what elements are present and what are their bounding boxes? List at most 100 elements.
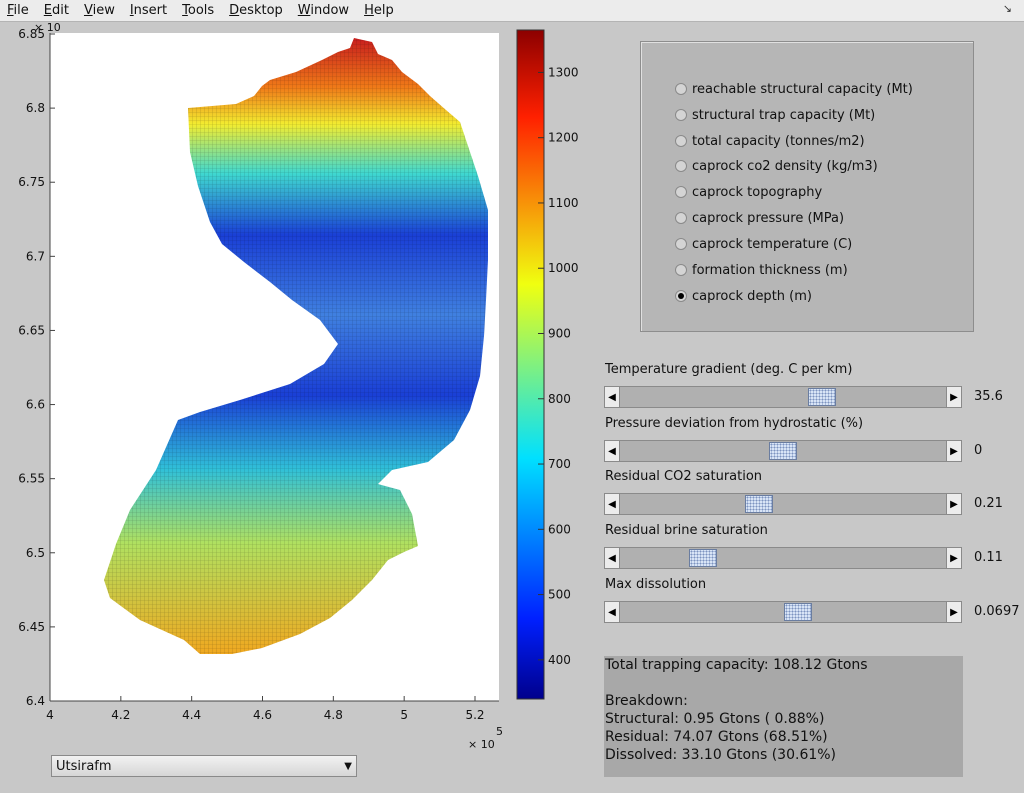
slider-thumb[interactable] — [807, 388, 836, 406]
pressure-deviation-value: 0 — [974, 443, 983, 458]
slider-thumb[interactable] — [688, 549, 717, 567]
radio-label: caprock topography — [692, 184, 823, 200]
menu-view[interactable]: View — [77, 0, 123, 22]
x-tick-label: 5.2 — [465, 708, 484, 722]
pressure-deviation-label: Pressure deviation from hydrostatic (%) — [605, 416, 864, 431]
y-tick-label: 6.6 — [26, 398, 45, 412]
menu-desktop[interactable]: Desktop — [222, 0, 291, 22]
slider-right-arrow-icon[interactable]: ▶ — [946, 602, 961, 622]
temperature-gradient-value: 35.6 — [974, 389, 1003, 404]
residual-co2-slider[interactable]: ◀ ▶ — [604, 493, 962, 515]
radio-option[interactable]: formation thickness (m) — [675, 260, 848, 280]
x-tick-label: 4 — [46, 708, 54, 722]
radio-button-icon[interactable] — [675, 83, 687, 95]
radio-label: reachable structural capacity (Mt) — [692, 81, 913, 97]
radio-option[interactable]: caprock temperature (C) — [675, 234, 852, 254]
radio-label: caprock temperature (C) — [692, 236, 853, 252]
slider-thumb[interactable] — [769, 442, 797, 460]
x-axis-exponent-power: 5 — [496, 725, 503, 738]
menu-window[interactable]: Window — [291, 0, 357, 22]
slider-right-arrow-icon[interactable]: ▶ — [946, 494, 961, 514]
y-tick-label: 6.65 — [18, 323, 45, 337]
radio-label: formation thickness (m) — [692, 262, 848, 278]
colorbar-tick-label: 1200 — [548, 131, 579, 145]
x-tick-label: 4.6 — [253, 708, 272, 722]
slider-right-arrow-icon[interactable]: ▶ — [946, 548, 961, 568]
total-capacity-text: Total trapping capacity: 108.12 Gtons — [605, 657, 868, 673]
colorbar-tick-label: 900 — [548, 326, 571, 340]
y-tick-label: 6.85 — [18, 27, 45, 41]
slider-right-arrow-icon[interactable]: ▶ — [946, 441, 961, 461]
radio-label: total capacity (tonnes/m2) — [692, 133, 865, 149]
radio-option[interactable]: reachable structural capacity (Mt) — [675, 79, 913, 99]
radio-button-icon[interactable] — [675, 186, 687, 198]
residual-co2-label: Residual CO2 saturation — [605, 469, 763, 484]
residual-capacity-text: Residual: 74.07 Gtons (68.51%) — [605, 729, 828, 745]
radio-button-icon[interactable] — [675, 109, 687, 121]
slider-left-arrow-icon[interactable]: ◀ — [605, 387, 620, 407]
formation-select[interactable]: Utsirafm ▼ — [51, 755, 357, 777]
trapping-capacity-summary: Total trapping capacity: 108.12 Gtons Br… — [604, 656, 963, 777]
y-tick-label: 6.5 — [26, 546, 45, 560]
map-plot-area[interactable] — [50, 33, 499, 701]
y-tick-label: 6.8 — [26, 101, 45, 115]
structural-capacity-text: Structural: 0.95 Gtons ( 0.88%) — [605, 711, 825, 727]
radio-option[interactable]: caprock pressure (MPa) — [675, 208, 844, 228]
slider-thumb[interactable] — [745, 495, 774, 513]
max-dissolution-slider[interactable]: ◀ ▶ — [604, 601, 962, 623]
x-tick-label: 5 — [400, 708, 408, 722]
menu-tools[interactable]: Tools — [175, 0, 222, 22]
radio-label: caprock depth (m) — [692, 288, 812, 304]
max-dissolution-label: Max dissolution — [605, 577, 707, 592]
radio-button-icon[interactable] — [675, 135, 687, 147]
colorbar-tick-label: 400 — [548, 653, 571, 667]
radio-button-icon[interactable] — [675, 264, 687, 276]
plot-variable-panel: reachable structural capacity (Mt) struc… — [640, 41, 974, 332]
menu-file[interactable]: File — [0, 0, 37, 22]
pressure-deviation-slider[interactable]: ◀ ▶ — [604, 440, 962, 462]
x-tick-label: 4.2 — [111, 708, 130, 722]
radio-option[interactable]: caprock depth (m) — [675, 286, 812, 306]
max-dissolution-value: 0.0697 — [974, 604, 1020, 619]
slider-left-arrow-icon[interactable]: ◀ — [605, 602, 620, 622]
menu-bar: File Edit View Insert Tools Desktop Wind… — [0, 0, 1024, 22]
slider-left-arrow-icon[interactable]: ◀ — [605, 548, 620, 568]
radio-option[interactable]: structural trap capacity (Mt) — [675, 105, 875, 125]
y-tick-label: 6.45 — [18, 620, 45, 634]
y-tick-label: 6.7 — [26, 249, 45, 263]
colorbar-tick-label: 600 — [548, 522, 571, 536]
chevron-down-icon[interactable]: ▼ — [344, 761, 352, 772]
radio-label: structural trap capacity (Mt) — [692, 107, 876, 123]
x-tick-label: 4.4 — [182, 708, 201, 722]
menu-help[interactable]: Help — [357, 0, 402, 22]
radio-button-icon[interactable] — [675, 238, 687, 250]
radio-option[interactable]: caprock co2 density (kg/m3) — [675, 156, 878, 176]
slider-right-arrow-icon[interactable]: ▶ — [946, 387, 961, 407]
slider-left-arrow-icon[interactable]: ◀ — [605, 441, 620, 461]
menu-edit[interactable]: Edit — [37, 0, 77, 22]
radio-button-selected-icon[interactable] — [675, 290, 687, 302]
slider-left-arrow-icon[interactable]: ◀ — [605, 494, 620, 514]
radio-label: caprock co2 density (kg/m3) — [692, 158, 878, 174]
menu-insert[interactable]: Insert — [123, 0, 175, 22]
radio-button-icon[interactable] — [675, 212, 687, 224]
residual-co2-value: 0.21 — [974, 496, 1003, 511]
slider-thumb[interactable] — [783, 603, 812, 621]
residual-brine-slider[interactable]: ◀ ▶ — [604, 547, 962, 569]
x-tick-label: 4.8 — [324, 708, 343, 722]
colorbar-ticks: 400 500 600 700 800 900 1000 1100 1200 1300 — [538, 65, 579, 667]
radio-button-icon[interactable] — [675, 160, 687, 172]
dock-arrow-icon[interactable]: ↘ — [1003, 2, 1012, 15]
colorbar-tick-label: 1300 — [548, 65, 579, 79]
residual-brine-label: Residual brine saturation — [605, 523, 768, 538]
residual-brine-value: 0.11 — [974, 550, 1003, 565]
y-tick-label: 6.55 — [18, 472, 45, 486]
colorbar-tick-label: 1100 — [548, 196, 579, 210]
radio-option[interactable]: total capacity (tonnes/m2) — [675, 131, 865, 151]
summary-spacer — [605, 674, 963, 692]
dissolved-capacity-text: Dissolved: 33.10 Gtons (30.61%) — [605, 747, 837, 763]
radio-option[interactable]: caprock topography — [675, 182, 822, 202]
temperature-gradient-slider[interactable]: ◀ ▶ — [604, 386, 962, 408]
temperature-gradient-label: Temperature gradient (deg. C per km) — [605, 362, 853, 377]
x-axis-exponent: × 10 — [468, 738, 495, 751]
